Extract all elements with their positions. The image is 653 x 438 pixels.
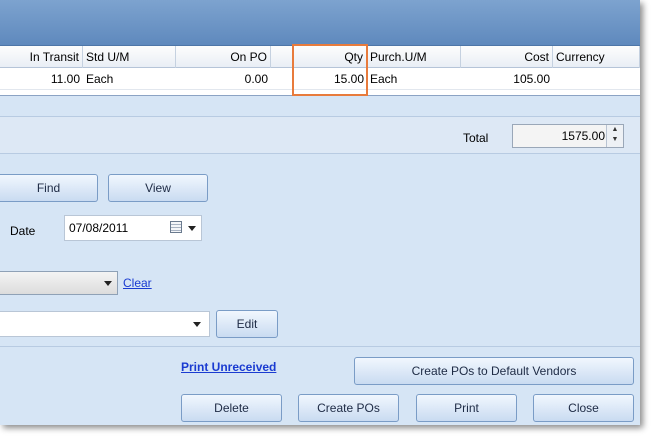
po-window: In Transit Std U/M On PO Qty Purch.U/M C… — [0, 0, 640, 425]
cell-currency[interactable] — [553, 68, 640, 90]
table-row[interactable]: 11.00 Each 0.00 15.00 Each 105.00 — [0, 68, 640, 90]
title-bar — [0, 0, 640, 46]
print-button[interactable]: Print — [416, 394, 517, 422]
date-value: 07/08/2011 — [69, 221, 129, 235]
vendor-combo[interactable] — [0, 271, 118, 295]
col-cost[interactable]: Cost — [461, 46, 553, 68]
col-on-po[interactable]: On PO — [176, 46, 271, 68]
find-button[interactable]: Find — [0, 174, 98, 202]
grid-header: In Transit Std U/M On PO Qty Purch.U/M C… — [0, 46, 640, 68]
cell-on-po[interactable]: 0.00 — [176, 68, 271, 90]
cell-in-transit[interactable]: 11.00 — [0, 68, 83, 90]
location-combo[interactable] — [0, 311, 210, 337]
col-currency[interactable]: Currency — [553, 46, 640, 68]
total-label: Total — [463, 131, 489, 145]
items-grid[interactable]: In Transit Std U/M On PO Qty Purch.U/M C… — [0, 46, 640, 96]
cell-cost[interactable]: 105.00 — [461, 68, 553, 90]
calendar-icon[interactable] — [170, 221, 182, 233]
clear-link[interactable]: Clear — [123, 276, 152, 290]
view-button[interactable]: View — [108, 174, 208, 202]
create-pos-button[interactable]: Create POs — [298, 394, 399, 422]
spin-updown-icon[interactable]: ▲ ▼ — [606, 125, 623, 147]
chevron-down-icon[interactable] — [193, 322, 201, 327]
cell-qty[interactable]: 15.00 — [271, 68, 367, 90]
create-pos-default-vendors-button[interactable]: Create POs to Default Vendors — [354, 357, 634, 385]
col-purch-um[interactable]: Purch.U/M — [367, 46, 461, 68]
date-label: Date — [10, 224, 36, 238]
col-in-transit[interactable]: In Transit — [0, 46, 83, 68]
cell-std-um[interactable]: Each — [83, 68, 176, 90]
delete-button[interactable]: Delete — [181, 394, 282, 422]
cell-purch-um[interactable]: Each — [367, 68, 461, 90]
print-unreceived-link[interactable]: Print Unreceived — [181, 360, 276, 374]
edit-button[interactable]: Edit — [216, 310, 278, 338]
col-std-um[interactable]: Std U/M — [83, 46, 176, 68]
close-button[interactable]: Close — [533, 394, 634, 422]
col-qty[interactable]: Qty — [271, 46, 367, 68]
chevron-down-icon[interactable] — [188, 226, 196, 231]
chevron-down-icon[interactable] — [104, 281, 112, 286]
